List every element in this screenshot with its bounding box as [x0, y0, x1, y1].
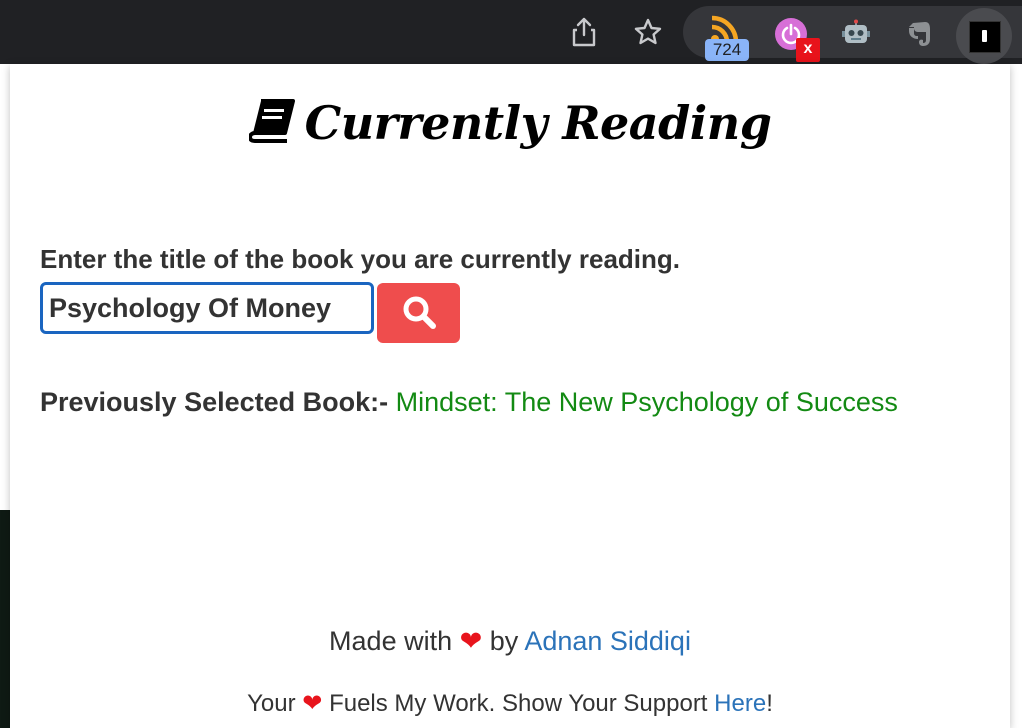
star-icon[interactable] — [632, 16, 664, 48]
support-suffix: ! — [766, 690, 773, 717]
previous-book-label: Previously Selected Book:- — [40, 387, 389, 417]
book-extension-icon[interactable] — [969, 21, 1001, 53]
share-icon[interactable] — [568, 16, 600, 48]
previous-book: Previously Selected Book:- Mindset: The … — [40, 387, 898, 418]
page-title: Currently Reading — [304, 96, 772, 150]
support-prefix: Your — [247, 690, 296, 717]
footer-support: Your ❤ Fuels My Work. Show Your Support … — [10, 689, 1010, 718]
book-icon — [247, 98, 295, 148]
evernote-icon[interactable] — [904, 18, 936, 50]
footer-credit: Made with ❤ by Adnan Siddiqi — [10, 626, 1010, 657]
heart-icon: ❤ — [459, 626, 483, 656]
author-link[interactable]: Adnan Siddiqi — [524, 626, 691, 656]
prompt-label: Enter the title of the book you are curr… — [40, 244, 680, 274]
book-title-input[interactable] — [40, 282, 374, 334]
support-link[interactable]: Here — [714, 690, 766, 717]
background-page-right — [1010, 64, 1022, 728]
search-button[interactable] — [377, 283, 460, 343]
search-icon — [401, 294, 437, 333]
power-badge: x — [796, 38, 820, 62]
popup-heading: Currently Reading — [10, 88, 1010, 158]
made-with-text: Made with — [329, 626, 453, 656]
heart-icon: ❤ — [302, 690, 323, 717]
background-image — [0, 510, 10, 728]
robot-icon[interactable] — [840, 18, 872, 50]
previous-book-title: Mindset: The New Psychology of Success — [395, 387, 898, 417]
rss-badge: 724 — [705, 39, 749, 61]
extension-popup: Currently Reading Enter the title of the… — [10, 64, 1010, 728]
browser-toolbar: 724 x — [0, 0, 1022, 64]
by-text: by — [489, 626, 519, 656]
support-text: Fuels My Work. Show Your Support — [329, 690, 708, 717]
